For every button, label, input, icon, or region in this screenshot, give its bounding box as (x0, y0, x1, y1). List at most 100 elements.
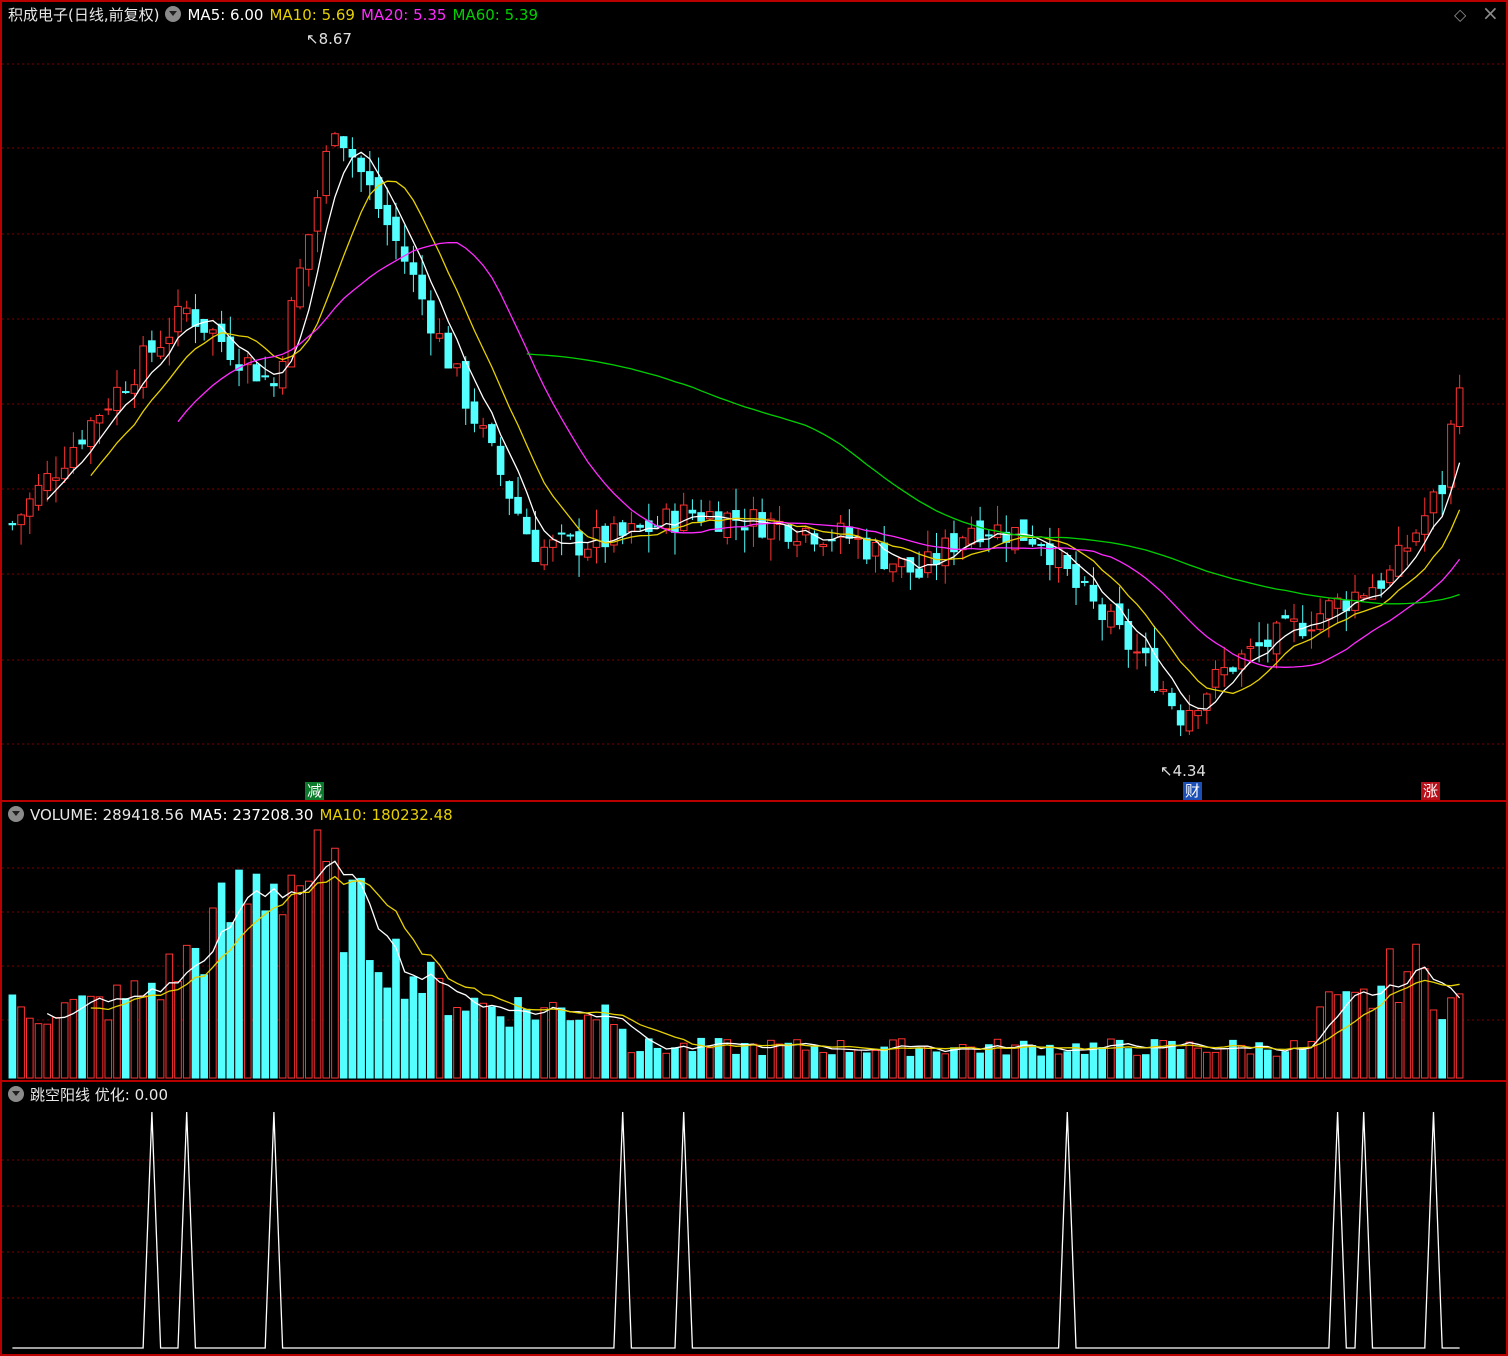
marker-cai[interactable]: 财 (1183, 782, 1203, 800)
volume-bar (174, 981, 182, 1079)
candle-body (1316, 613, 1324, 630)
volume-chart[interactable] (2, 802, 1506, 1080)
candle-body (688, 509, 697, 514)
candle-body (304, 234, 313, 270)
candle-body (261, 375, 270, 378)
candle-body (836, 522, 845, 538)
candle-body (182, 307, 191, 315)
candle-body (723, 512, 732, 538)
volume-bar (1011, 1044, 1019, 1079)
candle-body (1176, 710, 1185, 726)
ma10-line (90, 180, 1461, 695)
candle-body (331, 133, 339, 147)
candle-body (549, 539, 557, 548)
stock-title: 积成电子(日线,前复权) (8, 6, 160, 24)
volume-bar (889, 1039, 897, 1079)
candle-body (1054, 547, 1063, 569)
volume-bar (1420, 968, 1429, 1079)
volume-bar (906, 1055, 915, 1079)
candle-body (1046, 543, 1054, 566)
candle-body (531, 529, 540, 562)
candle-body (1237, 653, 1246, 670)
marker-jian[interactable]: 减 (305, 782, 325, 800)
volume-bar (374, 972, 383, 1079)
volume-bar (732, 1053, 740, 1079)
candle-body (706, 511, 714, 520)
candle-body (1194, 710, 1202, 717)
candle-body (296, 267, 304, 308)
volume-bar (976, 1052, 984, 1079)
ma-legend-item: MA60: 5.39 (452, 6, 538, 24)
candle-body (43, 473, 52, 492)
volume-bar (148, 982, 156, 1079)
volume-bar (915, 1048, 923, 1079)
volume-bar (618, 1028, 627, 1079)
volume-bar (496, 1016, 505, 1079)
candle-body (1307, 629, 1316, 632)
dropdown-icon[interactable] (165, 6, 182, 22)
volume-bar (52, 1016, 60, 1079)
candle-body (165, 336, 174, 345)
dropdown-icon[interactable] (8, 1086, 24, 1102)
volume-bar (461, 1010, 470, 1079)
dropdown-icon[interactable] (8, 806, 24, 822)
volume-bar (392, 938, 400, 1079)
volume-bar (366, 960, 374, 1079)
volume-bar (575, 1019, 583, 1079)
volume-bar (1290, 1040, 1298, 1079)
volume-bar (967, 1046, 976, 1079)
candlestick-chart[interactable] (2, 2, 1506, 800)
volume-bar (278, 914, 287, 1079)
candle-body (174, 305, 182, 333)
candle-body (627, 523, 636, 533)
ma60-line (526, 353, 1460, 605)
price-panel[interactable]: 积成电子(日线,前复权) MA5: 6.00 MA10: 5.69 MA20: 5.3… (2, 2, 1506, 800)
volume-bar (566, 1020, 575, 1079)
marker-zhang[interactable]: 涨 (1421, 782, 1441, 800)
volume-bar (784, 1042, 793, 1079)
volume-bar (1002, 1054, 1011, 1079)
candle-body (1272, 622, 1281, 655)
volume-bar (296, 885, 304, 1079)
candle-body (17, 514, 25, 526)
candle-body (1420, 515, 1429, 535)
volume-bar (25, 1017, 34, 1079)
volume-bar (435, 977, 444, 1079)
candle-body (636, 524, 644, 528)
candle-body (366, 171, 374, 186)
volume-bar (339, 952, 348, 1079)
volume-bar (165, 953, 174, 1079)
indicator-panel[interactable]: 跳空阳线 优化: 0.00 (2, 1082, 1506, 1354)
volume-bar (583, 1014, 592, 1079)
candle-body (889, 563, 897, 573)
volume-bar (235, 869, 243, 1079)
volume-bar (1237, 1044, 1246, 1079)
volume-bar (104, 1019, 113, 1079)
indicator-chart[interactable] (2, 1082, 1506, 1354)
volume-bar (801, 1049, 810, 1079)
volume-bar (270, 883, 278, 1079)
candle-body (357, 157, 365, 173)
candle-body (740, 527, 749, 531)
volume-bar (1176, 1049, 1185, 1079)
volume-panel[interactable]: VOLUME: 289418.56 MA5: 237208.30 MA10: 180… (2, 802, 1506, 1080)
candle-body (1080, 580, 1089, 583)
volume-bar (8, 994, 17, 1079)
volume-bar (34, 1023, 43, 1079)
volume-bar (1028, 1045, 1037, 1079)
volume-bar (217, 882, 226, 1079)
candle-body (1394, 544, 1403, 577)
volume-bar (357, 877, 365, 1079)
volume-bar (287, 874, 296, 1079)
volume-bar (1046, 1044, 1054, 1079)
candle-body (1386, 569, 1394, 584)
candle-body (278, 360, 287, 389)
volume-ma10: MA10: 180232.48 (319, 806, 453, 824)
volume-bar (226, 922, 235, 1079)
close-icon[interactable]: × (1482, 3, 1499, 23)
restore-icon[interactable]: ◇ (1454, 6, 1466, 24)
ma-legend: MA5: 6.00 MA10: 5.69 MA20: 5.35 MA60: 5.39 (187, 6, 544, 24)
volume-bar (1211, 1051, 1220, 1079)
volume-bar (505, 1026, 514, 1079)
volume-bar (1455, 993, 1464, 1079)
